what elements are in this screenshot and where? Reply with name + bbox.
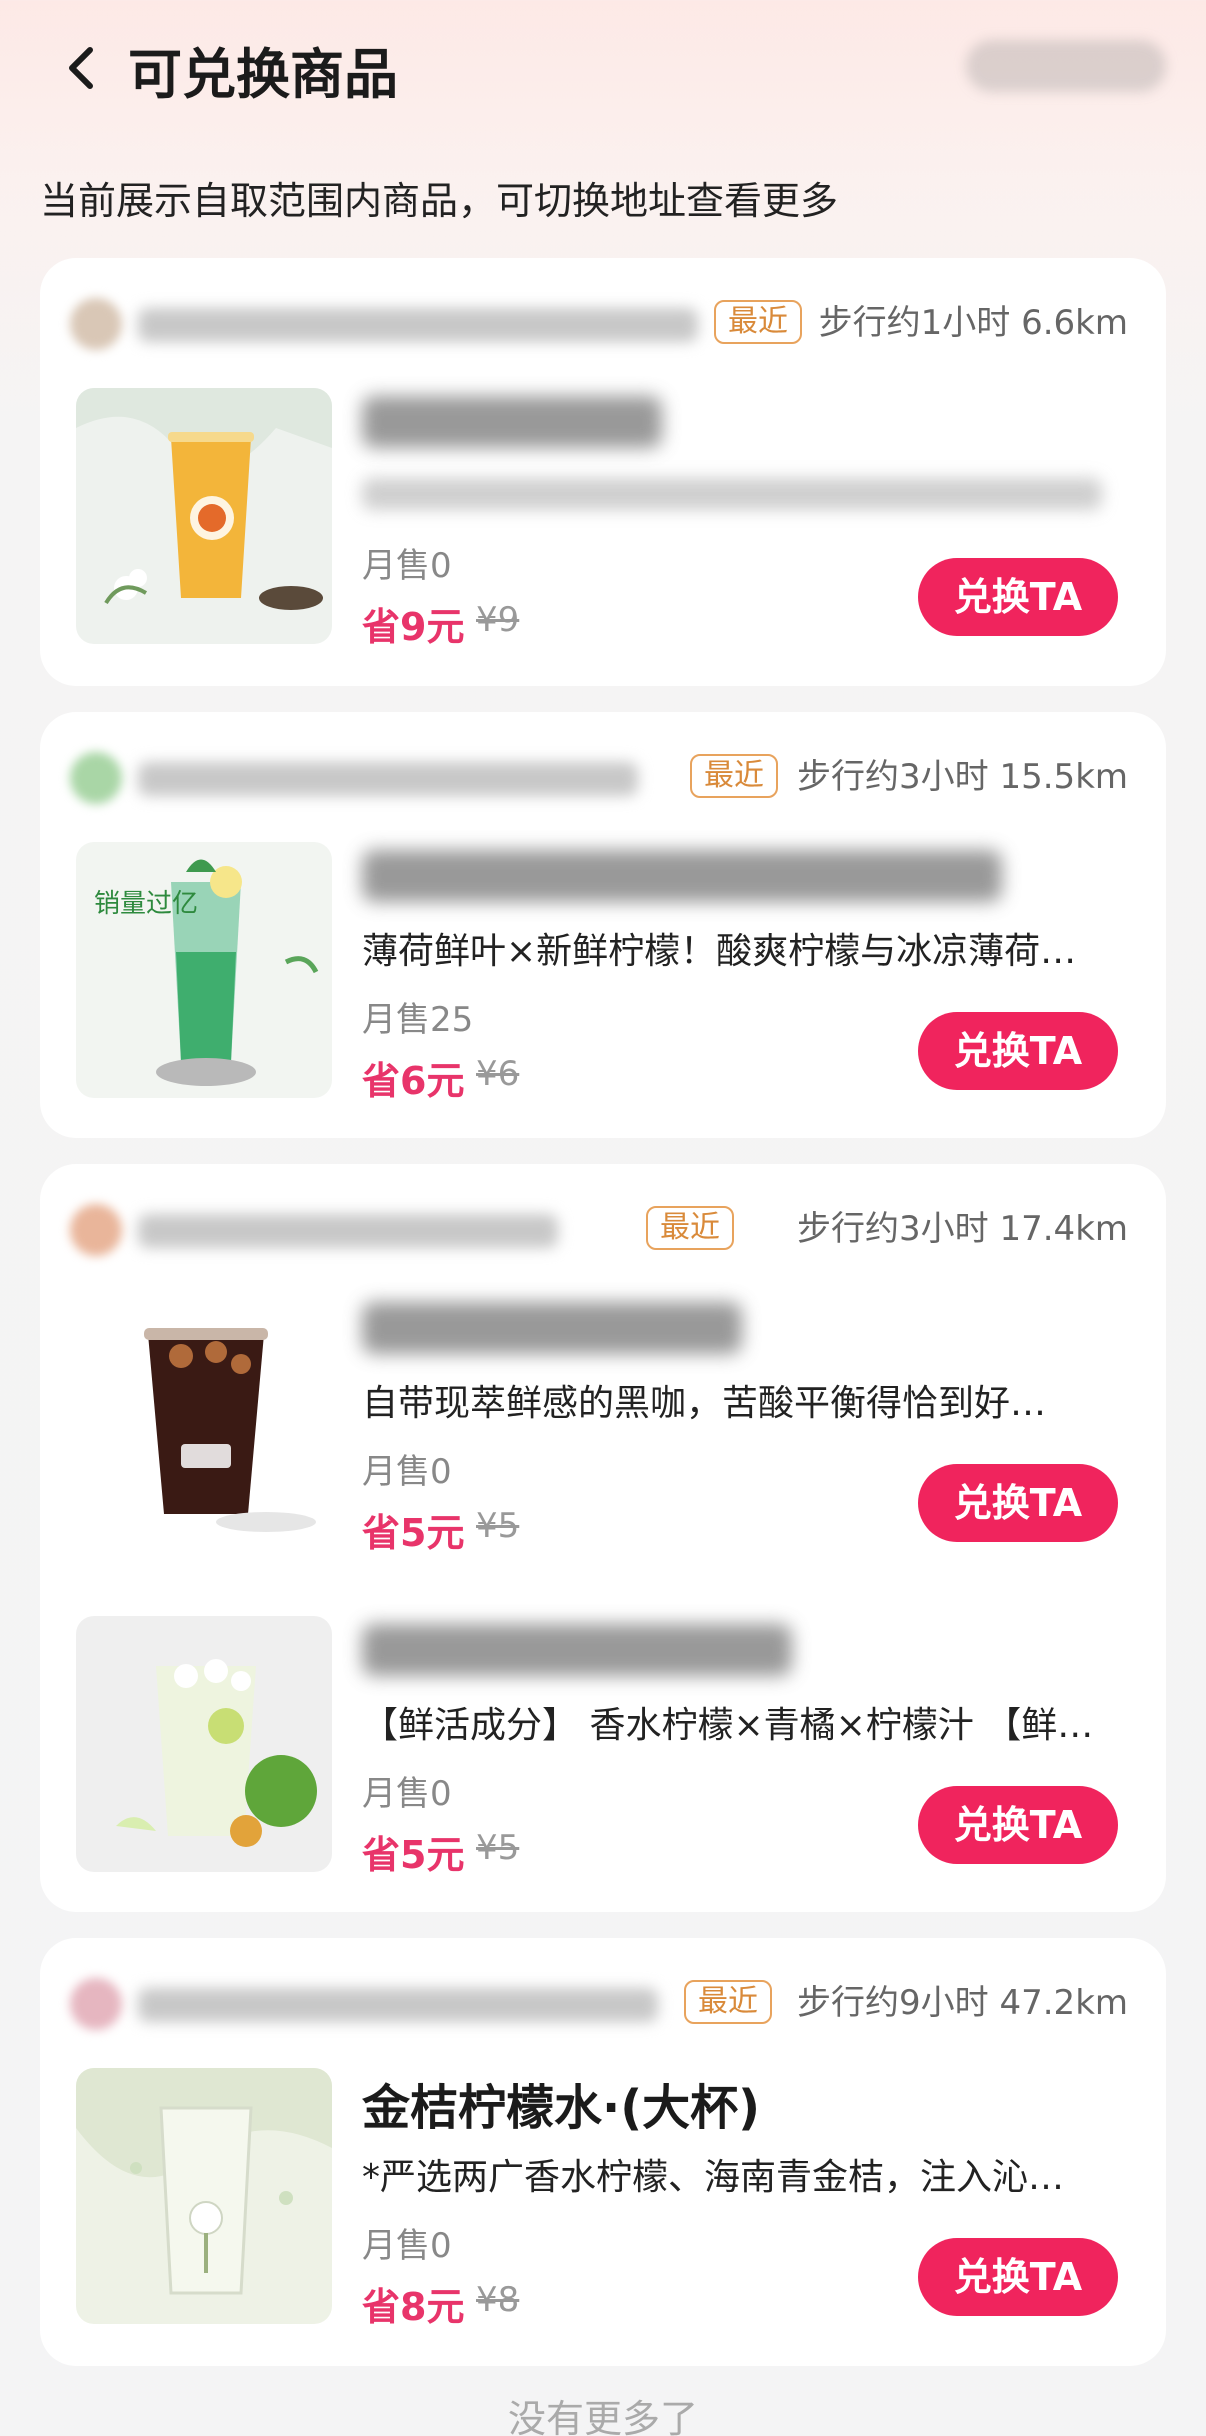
recent-badge: 最近 (714, 300, 802, 344)
product-item[interactable]: 自带现萃鲜感的黑咖，苦酸平衡得恰到好… 月售0 省5元 ¥5 兑换TA (76, 1294, 1118, 1555)
page-title: 可兑换商品 (128, 43, 398, 106)
monthly-sales: 月售0 (362, 1774, 452, 1814)
store-header[interactable]: 最近 步行约3小时 17.4km (70, 1200, 1128, 1260)
original-price: ¥6 (476, 1054, 520, 1094)
product-image (76, 2068, 332, 2324)
thumb-caption: 销量过亿 (94, 889, 198, 919)
redeem-button[interactable]: 兑换TA (918, 558, 1118, 636)
original-price: ¥5 (476, 1506, 520, 1546)
store-avatar (70, 752, 122, 804)
save-amount: 省9元 (362, 605, 465, 649)
monthly-sales: 月售0 (362, 2226, 452, 2266)
store-name (138, 1988, 658, 2022)
recent-badge: 最近 (690, 754, 778, 798)
monthly-sales: 月售0 (362, 1452, 452, 1492)
monthly-sales: 月售25 (362, 1000, 474, 1040)
recent-badge: 最近 (646, 1206, 734, 1250)
product-item[interactable]: 【鲜活成分】 香水柠檬×青橘×柠檬汁 【鲜… 月售0 省5元 ¥5 兑换TA (76, 1616, 1118, 1877)
scope-notice: 当前展示自取范围内商品，可切换地址查看更多 (40, 179, 839, 223)
product-image (76, 1294, 332, 1550)
original-price: ¥8 (476, 2280, 520, 2320)
chevron-left-icon (69, 47, 93, 89)
product-description: *严选两广香水柠檬、海南青金桔，注入沁… (362, 2157, 1065, 2198)
store-avatar (70, 1978, 122, 2030)
product-name: 金桔柠檬水·(大杯) (362, 2080, 761, 2136)
store-header[interactable]: 最近 步行约1小时 6.6km (70, 294, 1128, 354)
store-distance: 步行约9小时 47.2km (797, 1983, 1128, 2023)
store-avatar (70, 298, 122, 350)
product-name (362, 1624, 792, 1676)
store-distance: 步行约3小时 17.4km (797, 1209, 1128, 1249)
end-of-list-text: 没有更多了 (507, 2397, 698, 2436)
save-amount: 省6元 (362, 1059, 465, 1103)
product-name (362, 850, 1002, 902)
product-image (76, 1616, 332, 1872)
save-amount: 省5元 (362, 1511, 465, 1555)
product-description: 自带现萃鲜感的黑咖，苦酸平衡得恰到好… (362, 1383, 1047, 1424)
store-name (138, 1214, 558, 1248)
redeem-button[interactable]: 兑换TA (918, 2238, 1118, 2316)
store-header[interactable]: 最近 步行约3小时 15.5km (70, 748, 1128, 808)
recent-badge: 最近 (684, 1980, 772, 2024)
product-image: 销量过亿 (76, 842, 332, 1098)
original-price: ¥9 (476, 600, 520, 640)
store-card: 最近 步行约3小时 17.4km 自带现萃鲜感的黑咖，苦酸平衡得恰到好… 月售0… (40, 1164, 1166, 1912)
back-button[interactable] (52, 38, 112, 98)
header: 可兑换商品 (0, 0, 1206, 140)
product-item[interactable]: 销量过亿 薄荷鲜叶×新鲜柠檬！酸爽柠檬与冰凉薄荷… 月售25 省6元 ¥6 兑换… (76, 842, 1118, 1103)
product-item[interactable]: 月售0 省9元 ¥9 兑换TA (76, 388, 1118, 649)
product-description (362, 478, 1102, 510)
store-distance: 步行约1小时 6.6km (818, 303, 1128, 343)
save-amount: 省5元 (362, 1833, 465, 1877)
store-distance: 步行约3小时 15.5km (797, 757, 1128, 797)
save-amount: 省8元 (362, 2285, 465, 2329)
store-card: 最近 步行约9小时 47.2km 金桔柠檬水·(大杯) *严选两广香水柠檬、海南… (40, 1938, 1166, 2366)
redeem-button[interactable]: 兑换TA (918, 1012, 1118, 1090)
redeem-button[interactable]: 兑换TA (918, 1464, 1118, 1542)
monthly-sales: 月售0 (362, 546, 452, 586)
switch-address-button[interactable] (966, 40, 1166, 92)
store-header[interactable]: 最近 步行约9小时 47.2km (70, 1974, 1128, 2034)
store-avatar (70, 1204, 122, 1256)
product-image (76, 388, 332, 644)
store-name (138, 308, 698, 342)
product-name (362, 396, 662, 448)
redeem-button[interactable]: 兑换TA (918, 1786, 1118, 1864)
product-name (362, 1302, 742, 1354)
store-card: 最近 步行约1小时 6.6km 月售0 省9元 ¥9 兑换TA (40, 258, 1166, 686)
product-item[interactable]: 金桔柠檬水·(大杯) *严选两广香水柠檬、海南青金桔，注入沁… 月售0 省8元 … (76, 2068, 1118, 2329)
store-name (138, 762, 638, 796)
store-card: 最近 步行约3小时 15.5km 销量过亿 薄荷鲜叶×新鲜柠檬！酸爽柠檬与冰凉薄… (40, 712, 1166, 1138)
product-description: 薄荷鲜叶×新鲜柠檬！酸爽柠檬与冰凉薄荷… (362, 931, 1077, 972)
product-description: 【鲜活成分】 香水柠檬×青橘×柠檬汁 【鲜… (362, 1705, 1094, 1746)
original-price: ¥5 (476, 1828, 520, 1868)
